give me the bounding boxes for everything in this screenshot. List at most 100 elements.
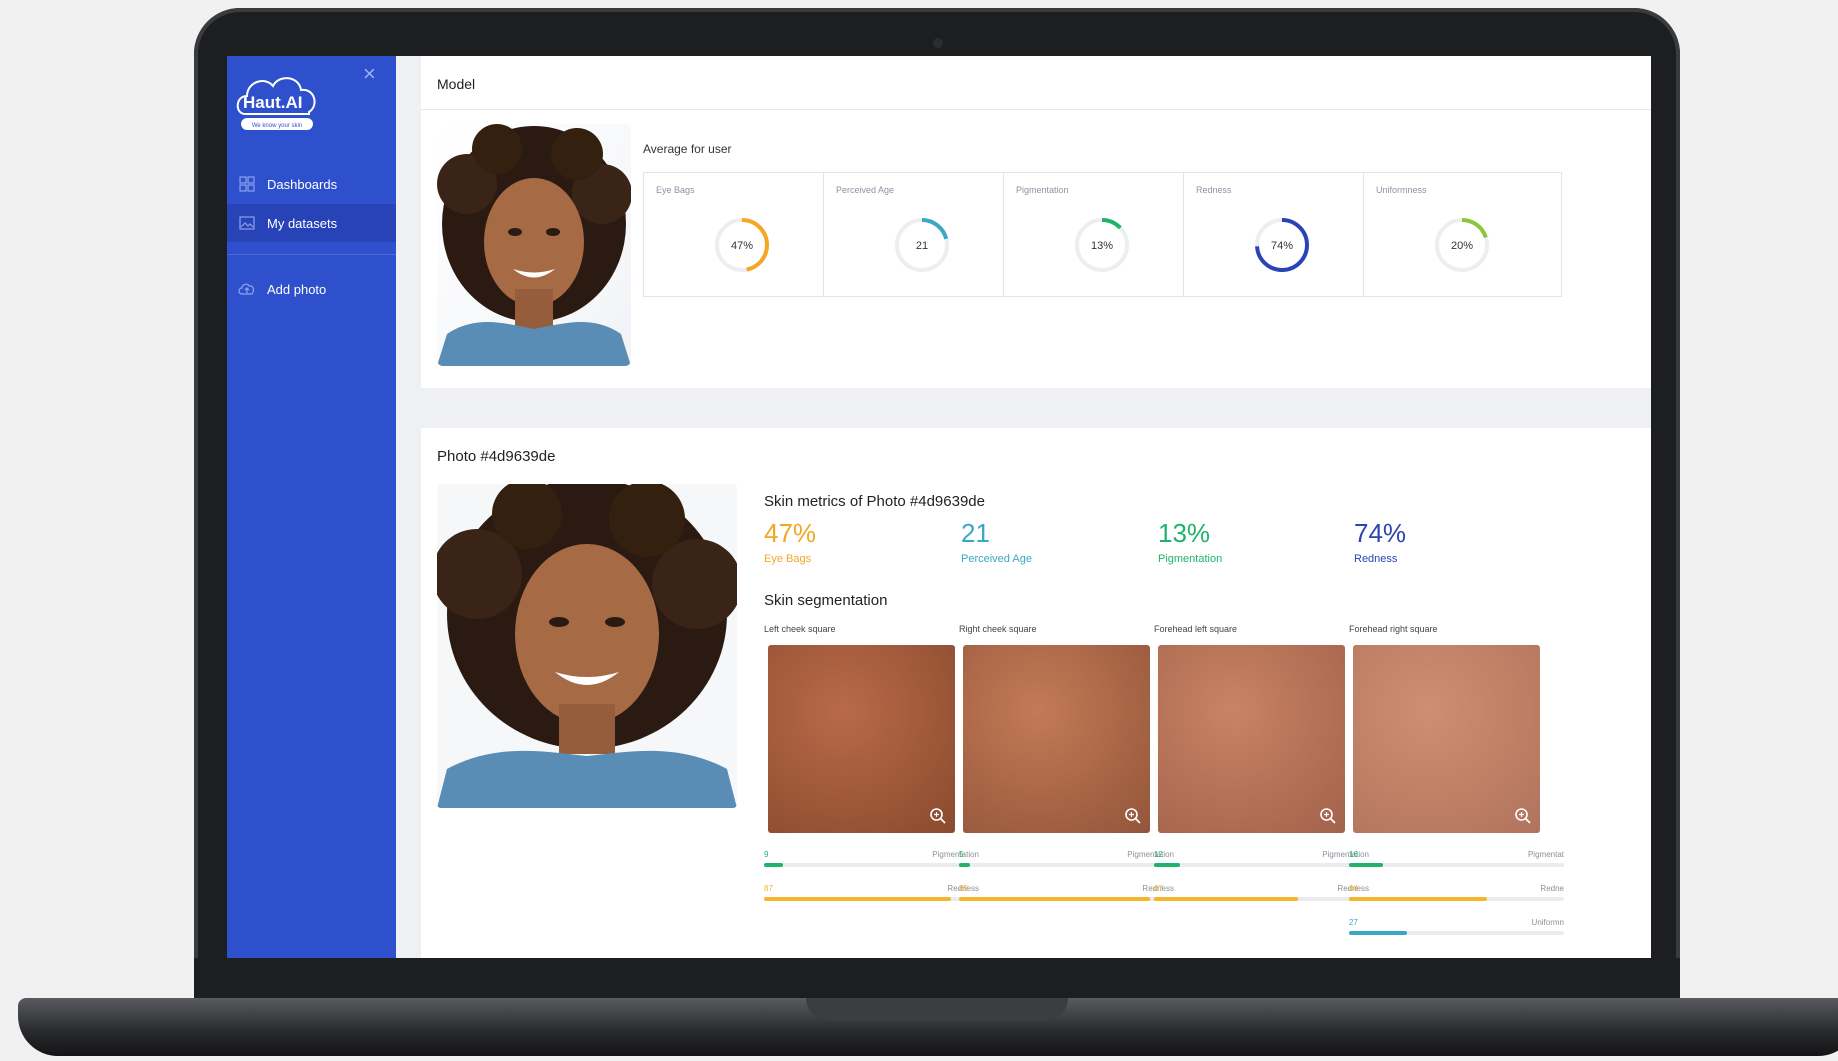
divider (421, 109, 1651, 110)
ring-value: 21 (916, 240, 928, 252)
skin-tile[interactable] (1353, 645, 1540, 833)
metric-value: 21 (961, 518, 990, 548)
bar-value: 12 (1154, 850, 1163, 859)
close-icon[interactable]: × (363, 61, 376, 87)
model-portrait (437, 124, 631, 366)
ring-value: 13% (1091, 240, 1113, 252)
bar-value: 5 (959, 850, 964, 859)
sidebar-item-dashboards[interactable]: Dashboards (227, 165, 396, 203)
skin-metric: 74% Redness (1354, 518, 1406, 565)
bar-fill (1349, 897, 1487, 901)
camera-dot (933, 38, 943, 48)
bar-fill (1349, 863, 1384, 867)
logo-tagline: We know your skin (252, 123, 302, 129)
average-label: Average for user (643, 142, 732, 156)
bar-label: Pigmentation (1322, 850, 1369, 859)
segment-caption: Right cheek square (959, 624, 1037, 634)
bar-track (1154, 897, 1369, 901)
bar-label: Redne (1540, 884, 1564, 893)
ring-value: 74% (1271, 240, 1293, 252)
segment-caption: Forehead right square (1349, 624, 1438, 634)
skin-tile[interactable] (963, 645, 1150, 833)
metric-caption: Perceived Age (961, 553, 1032, 565)
cloud-upload-icon (237, 280, 257, 298)
bar-label: Pigmentation (932, 850, 979, 859)
bar-fill (1154, 863, 1180, 867)
photo-portrait (437, 484, 737, 808)
laptop-notch (806, 998, 1068, 1020)
ring-gauge: 21 (895, 218, 949, 272)
metric-value: 13% (1158, 518, 1211, 548)
ring-gauge: 47% (715, 218, 769, 272)
bar-track (1154, 863, 1369, 867)
image-icon (237, 214, 257, 232)
bar-track (959, 897, 1174, 901)
bar-track (959, 863, 1174, 867)
metric-label: Eye Bags (656, 185, 695, 195)
photo-card: Photo #4d9639de Skin metrics of Photo #4… (421, 428, 1651, 958)
metric-card: Redness 74% (1183, 172, 1382, 297)
zoom-icon[interactable] (929, 807, 947, 825)
ring-gauge: 74% (1255, 218, 1309, 272)
bar-fill (1154, 897, 1299, 901)
metric-value: 74% (1354, 518, 1407, 548)
sidebar-divider (227, 254, 396, 255)
laptop-bezel-bottom (194, 958, 1680, 1000)
bar-fill (764, 897, 952, 901)
bar-track (1349, 897, 1564, 901)
skin-tile[interactable] (768, 645, 955, 833)
bar-value: 89 (959, 884, 968, 893)
segment-column: Forehead right square 16 Pigmentat 64 Redne 2… (1349, 624, 1564, 935)
sidebar-item-label: Dashboards (267, 176, 338, 192)
bar-track (1349, 863, 1564, 867)
bar-label: Pigmentat (1527, 850, 1564, 859)
photo-title: Photo #4d9639de (437, 448, 556, 465)
metric-label: Perceived Age (836, 185, 895, 195)
zoom-icon[interactable] (1514, 807, 1532, 825)
metric-caption: Eye Bags (764, 553, 812, 565)
bar-track (764, 863, 979, 867)
metric-card: Uniformness 20% (1363, 172, 1562, 297)
segment-column: Forehead left square 12 Pigmentation 67 Redn… (1154, 624, 1369, 901)
metric-card: Eye Bags 47% (643, 172, 842, 297)
model-card: Model Average for user Eye Bags 47% Perc… (421, 56, 1651, 388)
metric-label: Pigmentation (1016, 185, 1069, 195)
segment-column: Right cheek square 5 Pigmentation 89 Redness (959, 624, 1174, 901)
bar-track (764, 897, 979, 901)
metric-label: Redness (1196, 185, 1232, 195)
bar-value: 87 (764, 884, 773, 893)
ring-value: 47% (731, 240, 753, 252)
sidebar: Haut.AI We know your skin × Dashboards M… (227, 56, 396, 958)
model-title: Model (437, 76, 476, 92)
metric-card: Pigmentation 13% (1003, 172, 1202, 297)
sidebar-item-my-datasets[interactable]: My datasets (227, 204, 396, 242)
app-screen: Haut.AI We know your skin × Dashboards M… (227, 56, 1651, 958)
bar-fill (1349, 931, 1408, 935)
bar-value: 27 (1349, 918, 1358, 927)
zoom-icon[interactable] (1319, 807, 1337, 825)
ring-value: 20% (1451, 240, 1473, 252)
metric-caption: Pigmentation (1158, 553, 1223, 565)
bar-fill (764, 863, 784, 867)
skin-metric: 13% Pigmentation (1158, 518, 1222, 565)
skin-metric: 47% Eye Bags (764, 518, 816, 565)
segment-column: Left cheek square 9 Pigmentation 87 Redness (764, 624, 979, 901)
metric-label: Uniformness (1376, 185, 1427, 195)
metric-value: 47% (764, 518, 817, 548)
bar-label: Pigmentation (1127, 850, 1174, 859)
bar-value: 64 (1349, 884, 1358, 893)
bar-track (1349, 931, 1564, 935)
bar-label: Uniformn (1531, 918, 1564, 927)
logo: Haut.AI We know your skin (236, 77, 316, 130)
zoom-icon[interactable] (1124, 807, 1142, 825)
bar-fill (959, 863, 970, 867)
ring-gauge: 13% (1075, 218, 1129, 272)
sidebar-item-add-photo[interactable]: Add photo (227, 270, 396, 308)
bar-value: 9 (764, 850, 769, 859)
skin-metric: 21 Perceived Age (961, 518, 1032, 565)
main-content: Model Average for user Eye Bags 47% Perc… (396, 56, 1651, 958)
skin-metrics-title: Skin metrics of Photo #4d9639de (764, 493, 985, 510)
metric-caption: Redness (1354, 553, 1398, 565)
segment-caption: Forehead left square (1154, 624, 1238, 634)
skin-tile[interactable] (1158, 645, 1345, 833)
